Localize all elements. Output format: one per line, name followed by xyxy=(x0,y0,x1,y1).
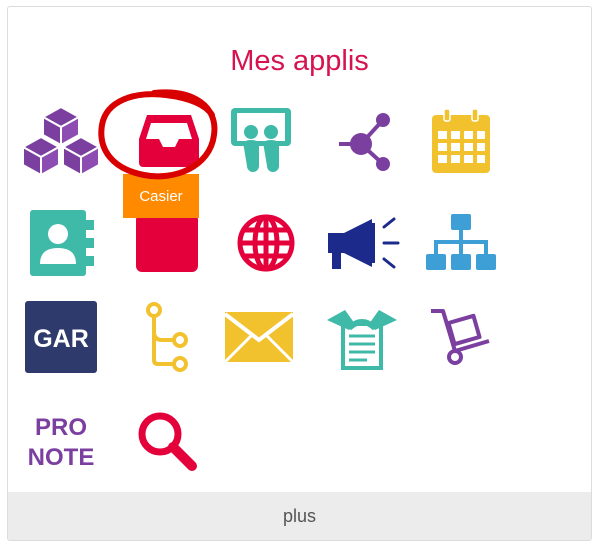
app-web[interactable] xyxy=(226,203,306,283)
pronote-logo-icon: PRO NOTE xyxy=(28,414,95,471)
app-sitemap[interactable] xyxy=(421,203,501,283)
share-nodes-icon xyxy=(339,113,390,171)
envelope-icon xyxy=(223,312,295,364)
svg-text:NOTE: NOTE xyxy=(28,444,95,471)
app-casier[interactable] xyxy=(129,101,209,181)
more-button[interactable]: plus xyxy=(8,492,591,540)
storage-box-icon xyxy=(136,214,198,272)
gar-logo-icon: GAR xyxy=(25,301,97,373)
app-contacts[interactable] xyxy=(21,203,101,283)
cubes-icon xyxy=(21,105,101,177)
svg-text:PRO: PRO xyxy=(35,414,87,441)
app-calendar[interactable] xyxy=(421,101,501,181)
app-delivery[interactable] xyxy=(420,297,500,377)
apps-widget: Mes applis GAR PRO NOTE Casier plus xyxy=(7,6,592,541)
app-search[interactable] xyxy=(126,400,206,480)
address-book-icon xyxy=(30,210,94,276)
app-contract[interactable] xyxy=(322,297,402,377)
app-announcements[interactable] xyxy=(322,203,402,283)
slideshare-icon xyxy=(231,108,291,172)
app-mail[interactable] xyxy=(219,297,299,377)
app-gar[interactable]: GAR xyxy=(21,297,101,377)
svg-text:GAR: GAR xyxy=(33,325,89,353)
app-pronote[interactable]: PRO NOTE xyxy=(21,400,101,480)
app-slideshare[interactable] xyxy=(221,101,301,181)
contract-handshake-icon xyxy=(327,310,397,370)
sitemap-icon xyxy=(426,214,496,270)
app-share[interactable] xyxy=(326,101,406,181)
search-icon xyxy=(138,412,197,471)
inbox-icon xyxy=(139,115,199,167)
widget-title: Mes applis xyxy=(230,45,369,77)
app-tooltip: Casier xyxy=(123,174,199,218)
calendar-icon xyxy=(432,108,490,173)
app-branch[interactable] xyxy=(128,297,208,377)
app-cubes[interactable] xyxy=(21,101,101,181)
globe-icon xyxy=(237,214,295,272)
branch-icon xyxy=(146,302,188,372)
hand-truck-icon xyxy=(431,309,490,365)
megaphone-icon xyxy=(328,217,400,269)
